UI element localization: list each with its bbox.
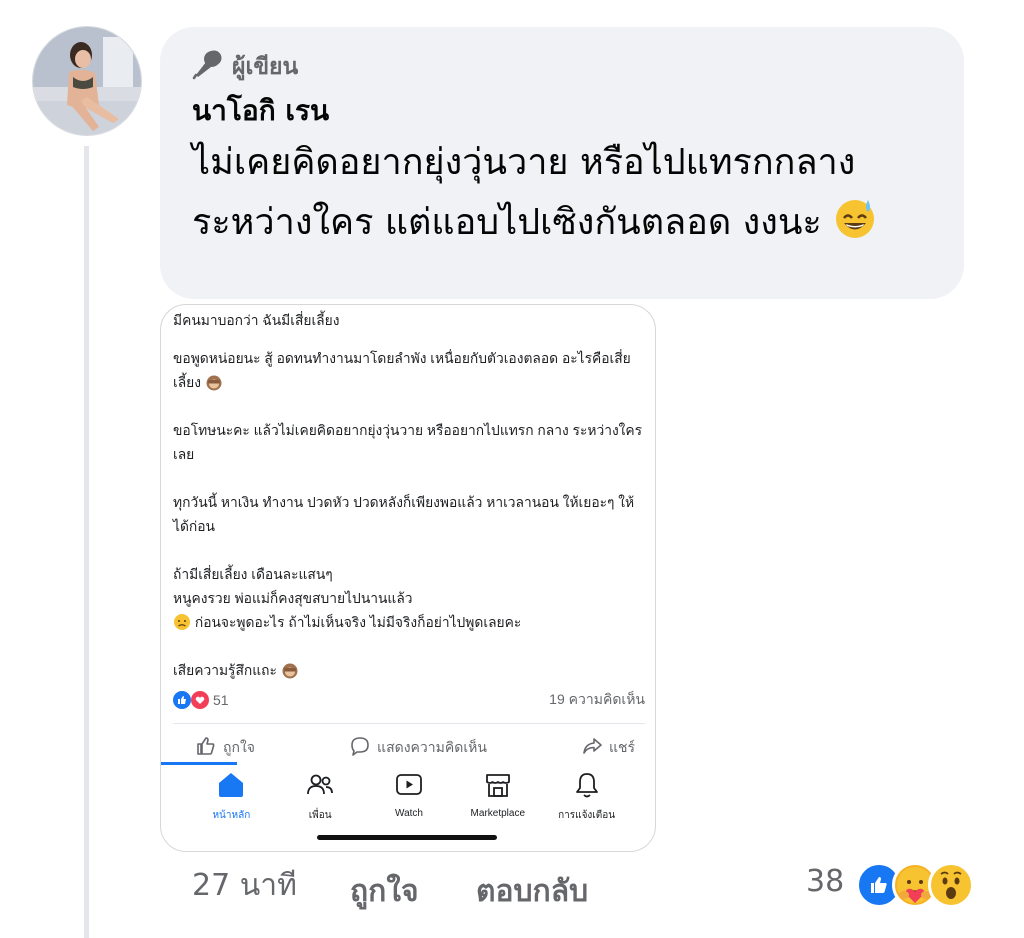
author-badge: ผู้เขียน	[192, 47, 932, 87]
tab-watch[interactable]: Watch	[369, 771, 449, 823]
bottom-tab-bar: หน้าหลัก เพื่อน Watch Marketplace การแจ้…	[161, 771, 655, 823]
post-like-button[interactable]: ถูกใจ	[195, 735, 255, 760]
post-like-label: ถูกใจ	[223, 738, 255, 755]
home-icon	[217, 771, 245, 802]
post-paragraph-text: เสียความรู้สึกแถะ	[173, 663, 277, 678]
wow-icon	[928, 862, 974, 908]
active-tab-indicator	[161, 762, 237, 765]
post-paragraph-text: ก่อนจะพูดอะไร ถ้าไม่เห็นจริง ไม่มีจริงก็…	[194, 615, 522, 630]
comment-like-button[interactable]: ถูกใจ	[350, 868, 419, 915]
post-actions: ถูกใจ แสดงความคิดเห็น แชร์	[173, 735, 645, 760]
sweat-smile-emoji-icon	[833, 196, 877, 240]
comment-line-2: ระหว่างใคร แต่แอบไปเซิงกันตลอด งงนะ	[192, 202, 822, 243]
marketplace-icon	[484, 771, 512, 802]
post-paragraph-text: ขอพูดหน่อยนะ สู้ อดทนทำงานมาโดยลำพัง เหน…	[173, 351, 631, 390]
tab-friends[interactable]: เพื่อน	[280, 771, 360, 823]
friends-icon	[306, 771, 334, 802]
post-paragraph-group: ถ้ามีเสี่ยเลี้ยง เดือนละแสนๆ หนูคงรวย พ่…	[173, 563, 643, 635]
tab-watch-label: Watch	[395, 808, 423, 819]
embedded-screenshot[interactable]: มีคนมาบอกว่า ฉันมีเสี่ยเลี้ยง ขอพูดหน่อย…	[160, 304, 656, 852]
post-share-label: แชร์	[608, 738, 635, 755]
like-reaction-icon	[173, 691, 191, 709]
comment-line-1: ไม่เคยคิดอยากยุ่งวุ่นวาย หรือไปแทรกกลาง	[192, 142, 856, 183]
post-paragraph: ก่อนจะพูดอะไร ถ้าไม่เห็นจริง ไม่มีจริงก็…	[173, 611, 643, 635]
share-arrow-icon	[581, 735, 603, 760]
post-paragraph: ทุกวันนี้ หาเงิน ทำงาน ปวดหัว ปวดหลังก็เ…	[173, 495, 635, 534]
post-reactions[interactable]: 51	[173, 689, 229, 711]
tab-marketplace-label: Marketplace	[470, 808, 526, 819]
thumbs-up-icon	[195, 735, 217, 760]
microphone-icon	[192, 48, 224, 86]
tab-notifications[interactable]: การแจ้งเตือน	[547, 771, 627, 823]
see-no-evil-monkey-icon	[281, 661, 299, 679]
watch-icon	[395, 771, 423, 802]
post-body: มีคนมาบอกว่า ฉันมีเสี่ยเลี้ยง ขอพูดหน่อย…	[161, 305, 655, 683]
divider	[173, 723, 645, 724]
post-share-button[interactable]: แชร์	[581, 735, 635, 760]
tab-home-label: หน้าหลัก	[212, 810, 251, 821]
tab-notifications-label: การแจ้งเตือน	[558, 810, 616, 821]
comment-reply-button[interactable]: ตอบกลับ	[476, 868, 588, 915]
post-paragraph: มีคนมาบอกว่า ฉันมีเสี่ยเลี้ยง	[173, 313, 340, 328]
bell-icon	[573, 771, 601, 802]
love-reaction-icon	[191, 691, 209, 709]
comment-time[interactable]: 27 นาที	[192, 862, 297, 909]
thread-line	[84, 146, 89, 938]
tab-marketplace[interactable]: Marketplace	[458, 771, 538, 823]
post-paragraph: ขอโทษนะคะ แล้วไม่เคยคิดอยากยุ่งวุ่นวาย ห…	[173, 423, 643, 462]
post-reaction-count: 51	[213, 692, 229, 708]
author-badge-label: ผู้เขียน	[232, 54, 299, 80]
post-paragraph: ขอพูดหน่อยนะ สู้ อดทนทำงานมาโดยลำพัง เหน…	[173, 347, 643, 395]
tab-home[interactable]: หน้าหลัก	[191, 771, 271, 823]
post-paragraph: หนูคงรวย พ่อแม่ก็คงสุขสบายไปนานแล้ว	[173, 591, 413, 606]
sad-face-icon	[173, 613, 191, 631]
post-comment-button[interactable]: แสดงความคิดเห็น	[349, 735, 487, 760]
post-comment-label: แสดงความคิดเห็น	[377, 738, 487, 755]
home-indicator	[317, 835, 497, 840]
author-name[interactable]: นาโอกิ เรน	[192, 93, 932, 129]
post-stats: 51 19 ความคิดเห็น	[173, 689, 645, 711]
comment-footer: 27 นาที ถูกใจ ตอบกลับ 38	[0, 862, 1024, 922]
avatar[interactable]	[32, 26, 142, 136]
comment-bubble: ผู้เขียน นาโอกิ เรน ไม่เคยคิดอยากยุ่งวุ่…	[160, 27, 964, 299]
comment-text: ไม่เคยคิดอยากยุ่งวุ่นวาย หรือไปแทรกกลางร…	[192, 133, 932, 253]
comment-reaction-count[interactable]: 38	[806, 864, 844, 899]
post-comment-count[interactable]: 19 ความคิดเห็น	[549, 689, 645, 711]
post-paragraph: ถ้ามีเสี่ยเลี้ยง เดือนละแสนๆ	[173, 567, 333, 582]
comment-reactions[interactable]	[856, 862, 974, 908]
tab-friends-label: เพื่อน	[308, 810, 332, 821]
post-paragraph: เสียความรู้สึกแถะ	[173, 659, 643, 683]
see-no-evil-monkey-icon	[205, 373, 223, 391]
comment-bubble-icon	[349, 735, 371, 760]
